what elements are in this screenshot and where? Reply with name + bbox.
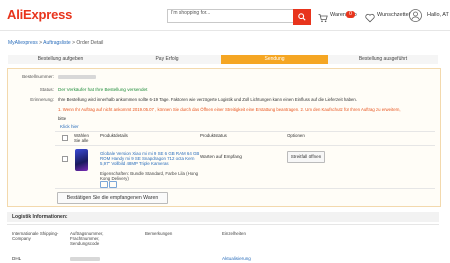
cart-count-badge: 0: [346, 11, 355, 18]
search-placeholder: I'm shopping for...: [171, 10, 211, 16]
more-info-link[interactable]: Klick hier: [60, 124, 79, 129]
user-greeting[interactable]: Hallo, AT: [427, 12, 449, 18]
col-remarks: Bemerkungen: [145, 231, 173, 236]
reminder-line-2: 1. Wenn Ihr Auftrag auf nicht ankommt 20…: [58, 107, 401, 112]
breadcrumb-current: Order Detail: [76, 40, 104, 46]
tracking-update-link[interactable]: Aktualisierung: [222, 256, 251, 261]
table-bottom-divider: [55, 188, 435, 189]
reminder-label: Erinnerung:: [30, 97, 54, 102]
snapshot-icon[interactable]: [100, 181, 108, 188]
header-divider: [0, 30, 450, 31]
logistics-divider: [7, 224, 439, 225]
product-title-link[interactable]: Globale Version Xiao mi mi 9 SE 6 GB RAM…: [100, 151, 200, 166]
reminder-text: Ihre Bestellung wird innerhalb ankommen …: [58, 97, 357, 102]
reminder-line-3: bitte: [58, 116, 67, 121]
step-completed: Bestellung ausgeführt: [328, 55, 438, 64]
logistics-header-bar: [7, 212, 439, 222]
select-all-checkbox[interactable]: [62, 135, 68, 141]
status-value: Der Verkäufer hat Ihre Bestellung versen…: [58, 87, 148, 92]
heart-icon[interactable]: [365, 10, 375, 28]
search-icon: [298, 13, 306, 21]
breadcrumb-myaliexpress[interactable]: MyAliexpress: [8, 40, 38, 46]
wishlist-link[interactable]: Wunschzettel: [377, 12, 410, 18]
order-number-label: Bestellnummer:: [22, 74, 54, 79]
product-status-value: Warten auf Empfang: [200, 154, 242, 159]
step-payment: Pay Erfolg: [113, 55, 221, 64]
cart-icon[interactable]: [318, 10, 328, 28]
col-details: Einzelheiten: [222, 231, 246, 236]
table-top-divider: [55, 131, 435, 132]
step-shipping: Sendung: [221, 55, 328, 64]
breadcrumb: MyAliexpress > Auftragsliste > Order Det…: [8, 40, 103, 46]
shipping-company-value: DHL: [12, 256, 22, 261]
search-button[interactable]: [293, 9, 311, 25]
order-number-value: [58, 75, 96, 79]
col-tracking-number: Auftragsnummer, Frachtnummer, Sendungsco…: [70, 231, 104, 246]
open-dispute-button[interactable]: Streitfall öffnen: [287, 151, 325, 163]
table-header-divider: [55, 145, 435, 146]
aliexpress-logo[interactable]: AliExpress: [7, 7, 72, 22]
user-icon[interactable]: [409, 9, 422, 27]
image-icon[interactable]: [109, 181, 117, 188]
col-product-details: Produktdetails: [100, 133, 128, 138]
col-shipping-company: Internationale Shipping-Company: [12, 231, 59, 241]
col-select-all: Wählen Sie alle: [74, 133, 89, 143]
product-image[interactable]: [75, 149, 88, 171]
col-product-status: Produktstatus: [200, 133, 227, 138]
breadcrumb-orders[interactable]: Auftragsliste: [43, 40, 71, 46]
logistics-title: Logistik Informationen:: [12, 214, 68, 220]
tracking-number-value: [70, 257, 100, 261]
confirm-receipt-button[interactable]: Bestätigen Sie die empfangenen Waren: [57, 192, 168, 204]
product-checkbox[interactable]: [62, 156, 68, 162]
product-properties: Eigenschaften: Bundle Standard, Farbe Li…: [100, 171, 199, 181]
status-label: Status:: [39, 87, 54, 92]
col-options: Optionen: [287, 133, 305, 138]
step-order-placed: Bestellung aufgeben: [8, 55, 113, 64]
